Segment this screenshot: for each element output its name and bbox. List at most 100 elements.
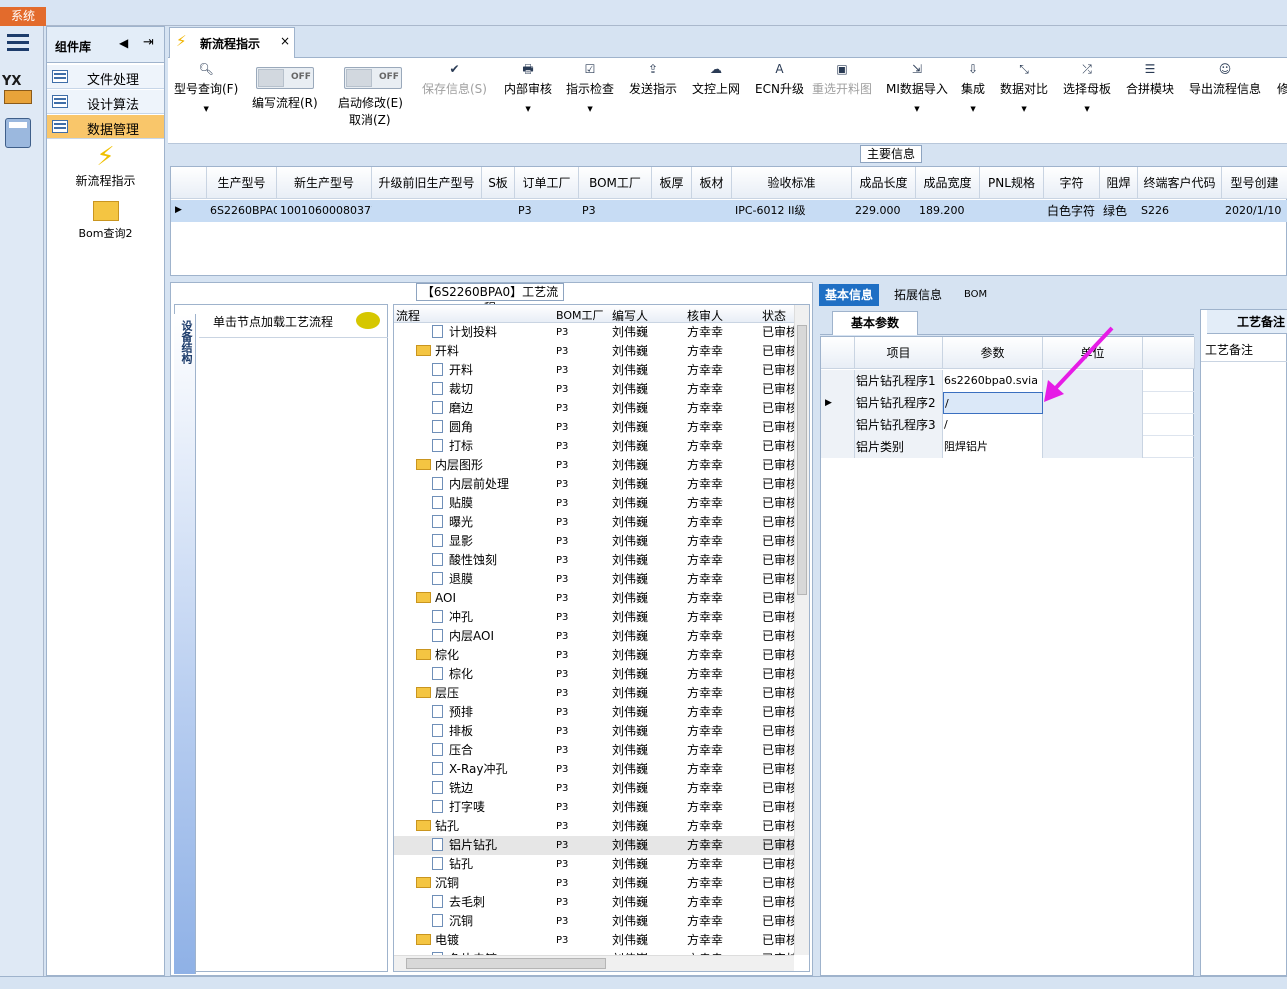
tab-extended-info[interactable]: 拓展信息 xyxy=(888,284,948,306)
tree-row[interactable]: 沉铜 P3 刘伟巍 方幸幸 已审核 xyxy=(394,874,794,893)
column-header[interactable]: 成品长度 xyxy=(852,167,916,199)
tree-row[interactable]: 内层AOI P3 刘伟巍 方幸幸 已审核 xyxy=(394,627,794,646)
tree-row[interactable]: AOI P3 刘伟巍 方幸幸 已审核 xyxy=(394,589,794,608)
horizontal-scrollbar[interactable] xyxy=(394,955,794,971)
table-cell[interactable]: 6s2260bpa0.svia xyxy=(943,370,1043,392)
tree-row[interactable]: 铣边 P3 刘伟巍 方幸幸 已审核 xyxy=(394,779,794,798)
tree-row[interactable]: 沉铜 P3 刘伟巍 方幸幸 已审核 xyxy=(394,912,794,931)
tree-row[interactable]: 退膜 P3 刘伟巍 方幸幸 已审核 xyxy=(394,570,794,589)
column-header[interactable]: 板材 xyxy=(692,167,732,199)
tree-row[interactable]: 钻孔 P3 刘伟巍 方幸幸 已审核 xyxy=(394,855,794,874)
cancel-button[interactable]: 取消(Z) xyxy=(349,111,391,128)
integrate-button[interactable]: ⇩ 集成 ▼ xyxy=(961,62,985,113)
column-header[interactable]: 成品宽度 xyxy=(916,167,980,199)
tab-basic-info[interactable]: 基本信息 xyxy=(819,284,880,306)
table-cell[interactable]: 10010600080377 xyxy=(277,200,372,222)
tree-row[interactable]: 圆角 P3 刘伟巍 方幸幸 已审核 xyxy=(394,418,794,437)
tree-row[interactable]: 磨边 P3 刘伟巍 方幸幸 已审核 xyxy=(394,399,794,418)
guide-check-button[interactable]: ☑ 指示检查 ▼ xyxy=(566,62,614,113)
tree-row[interactable]: 棕化 P3 刘伟巍 方幸幸 已审核 xyxy=(394,646,794,665)
table-cell[interactable]: IPC-6012 II级 xyxy=(732,200,852,222)
column-header[interactable]: 项目 xyxy=(855,337,943,369)
table-cell[interactable]: P3 xyxy=(579,200,652,222)
tree-row[interactable]: 显影 P3 刘伟巍 方幸幸 已审核 xyxy=(394,532,794,551)
table-row[interactable]: 铝片钻孔程序3/ xyxy=(821,414,1195,436)
column-header[interactable]: BOM工厂 xyxy=(579,167,652,199)
column-header[interactable]: 生产型号 xyxy=(207,167,277,199)
column-header[interactable]: 验收标准 xyxy=(732,167,852,199)
tree-row[interactable]: 内层前处理 P3 刘伟巍 方幸幸 已审核 xyxy=(394,475,794,494)
hamburger-icon[interactable] xyxy=(7,34,29,55)
reselect-chart-button[interactable]: ▣ 重选开料图 xyxy=(812,62,872,97)
tree-row[interactable]: 电镀 P3 刘伟巍 方幸幸 已审核 xyxy=(394,931,794,950)
table-cell[interactable]: 阻焊铝片 xyxy=(943,436,1043,458)
tree-row[interactable]: 裁切 P3 刘伟巍 方幸幸 已审核 xyxy=(394,380,794,399)
tree-row[interactable]: X-Ray冲孔 P3 刘伟巍 方幸幸 已审核 xyxy=(394,760,794,779)
table-cell[interactable]: 绿色 xyxy=(1100,200,1138,222)
column-header[interactable]: BOM工厂 xyxy=(556,307,604,323)
table-cell[interactable]: 铝片钻孔程序3 xyxy=(855,414,943,436)
column-header[interactable]: 板厚 xyxy=(652,167,692,199)
sidebar-item-data[interactable]: 数据管理 xyxy=(47,115,164,139)
column-header[interactable]: PNL规格 xyxy=(980,167,1044,199)
send-guide-button[interactable]: ⇪ 发送指示 xyxy=(629,62,677,97)
export-flow-button[interactable]: ☺ 导出流程信息 xyxy=(1189,62,1261,97)
device-structure-tab[interactable]: 设备结构 xyxy=(174,314,196,974)
table-cell[interactable]: 6S2260BPA0 xyxy=(207,200,277,222)
close-icon[interactable]: × xyxy=(280,34,290,48)
tile-new-flow[interactable]: ⚡ 新流程指示 xyxy=(47,142,164,198)
tab-basic-params[interactable]: 基本参数 xyxy=(832,311,918,335)
table-cell[interactable]: 2020/1/10 xyxy=(1222,200,1287,222)
select-mother-button[interactable]: ⤮ 选择母板 ▼ xyxy=(1063,62,1111,113)
table-cell[interactable]: 铝片类别 xyxy=(855,436,943,458)
table-cell[interactable]: 189.200 xyxy=(916,200,980,222)
table-cell[interactable]: / xyxy=(943,414,1043,436)
tab-bom[interactable]: BOM xyxy=(958,284,993,306)
table-cell[interactable]: 铝片钻孔程序2 xyxy=(855,392,943,414)
column-header[interactable]: 阻焊 xyxy=(1100,167,1138,199)
table-cell[interactable] xyxy=(1043,436,1143,458)
tree-row[interactable]: 棕化 P3 刘伟巍 方幸幸 已审核 xyxy=(394,665,794,684)
more-button[interactable]: 修 xyxy=(1277,62,1287,97)
column-header[interactable]: 终端客户代码 xyxy=(1138,167,1222,199)
column-header[interactable]: 升级前旧生产型号 xyxy=(372,167,482,199)
start-modify-toggle[interactable]: OFF xyxy=(344,67,402,89)
table-cell[interactable]: P3 xyxy=(515,200,579,222)
tree-row[interactable]: 预排 P3 刘伟巍 方幸幸 已审核 xyxy=(394,703,794,722)
internal-review-button[interactable]: 🖶 内部审核 ▼ xyxy=(504,62,552,113)
data-compare-button[interactable]: ⤡ 数据对比 ▼ xyxy=(1000,62,1048,113)
column-header[interactable]: S板 xyxy=(482,167,515,199)
table-cell[interactable]: 白色字符 xyxy=(1044,200,1100,222)
sidebar-item-algorithm[interactable]: 设计算法 xyxy=(47,90,164,114)
model-query-button[interactable]: 🔍︎ 型号查询(F) ▼ xyxy=(174,62,238,113)
table-cell[interactable]: S226 xyxy=(1138,200,1222,222)
edit-flow-toggle[interactable]: OFF xyxy=(256,67,314,89)
table-cell[interactable]: / xyxy=(943,392,1043,414)
tree-row[interactable]: 去毛刺 P3 刘伟巍 方幸幸 已审核 xyxy=(394,893,794,912)
column-header[interactable]: 核审人 xyxy=(687,307,723,324)
pin-icon[interactable]: ⇥ xyxy=(143,35,154,50)
tree-row[interactable]: 计划投料 P3 刘伟巍 方幸幸 已审核 xyxy=(394,323,794,342)
column-header[interactable]: 订单工厂 xyxy=(515,167,579,199)
tree-row[interactable]: 层压 P3 刘伟巍 方幸幸 已审核 xyxy=(394,684,794,703)
tree-row[interactable]: 排板 P3 刘伟巍 方幸幸 已审核 xyxy=(394,722,794,741)
tree-row[interactable]: 酸性蚀刻 P3 刘伟巍 方幸幸 已审核 xyxy=(394,551,794,570)
save-info-button[interactable]: ✔ 保存信息(S) xyxy=(422,62,487,97)
ecn-upgrade-button[interactable]: A ECN升级 xyxy=(755,62,804,97)
collapse-left-icon[interactable]: ◀ xyxy=(119,36,128,50)
column-header[interactable]: 流程 xyxy=(396,307,420,324)
column-header[interactable]: 字符 xyxy=(1044,167,1100,199)
mi-import-button[interactable]: ⇲ MI数据导入 ▼ xyxy=(886,62,948,113)
tree-row[interactable]: 开料 P3 刘伟巍 方幸幸 已审核 xyxy=(394,342,794,361)
tree-row[interactable]: 打标 P3 刘伟巍 方幸幸 已审核 xyxy=(394,437,794,456)
table-row[interactable]: ▶ 铝片钻孔程序2/ xyxy=(821,392,1195,414)
tree-row[interactable]: 内层图形 P3 刘伟巍 方幸幸 已审核 xyxy=(394,456,794,475)
column-header[interactable]: 参数 xyxy=(943,337,1043,369)
column-header[interactable]: 状态 xyxy=(762,307,786,324)
table-cell[interactable] xyxy=(1043,414,1143,436)
tree-row[interactable]: 铝片钻孔 P3 刘伟巍 方幸幸 已审核 xyxy=(394,836,794,855)
table-cell[interactable]: 铝片钻孔程序1 xyxy=(855,370,943,392)
system-menu-tab[interactable]: 系统 xyxy=(0,7,46,26)
factory-logo-icon[interactable]: YX xyxy=(2,74,34,106)
tile-bom-query[interactable]: Bom查询2 xyxy=(47,199,164,247)
